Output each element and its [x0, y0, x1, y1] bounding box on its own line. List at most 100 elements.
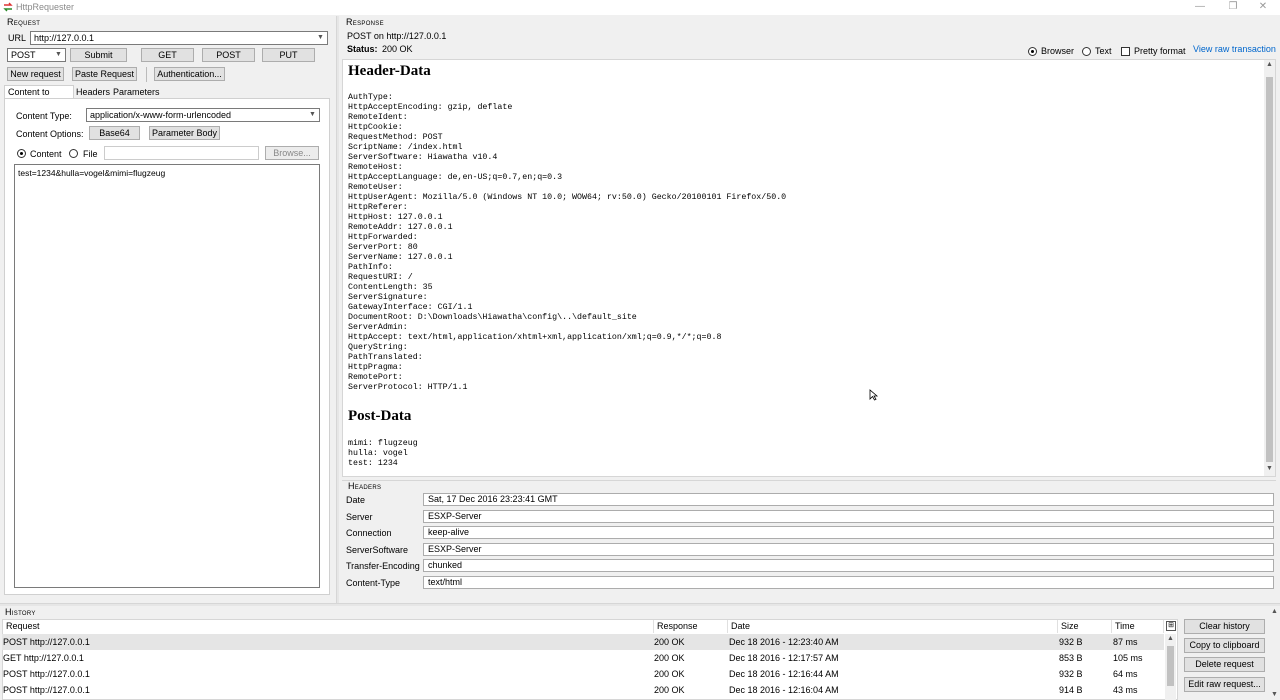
header-value-field[interactable]: chunked: [423, 559, 1274, 573]
header-data-line: RemoteAddr: 127.0.0.1: [348, 223, 453, 232]
scroll-up-icon[interactable]: ▲: [1271, 608, 1278, 615]
scroll-up-icon[interactable]: ▲: [1167, 635, 1174, 642]
browser-radio[interactable]: [1028, 47, 1037, 56]
vertical-splitter[interactable]: [336, 16, 339, 604]
history-cell-request: POST http://127.0.0.1: [3, 669, 90, 679]
history-scroll-thumb[interactable]: [1167, 646, 1174, 686]
history-cell-response: 200 OK: [654, 685, 685, 695]
get-button[interactable]: GET: [141, 48, 194, 62]
history-row[interactable]: POST http://127.0.0.1 200 OK Dec 18 2016 -…: [2, 682, 1164, 698]
chevron-down-icon[interactable]: ▼: [317, 32, 325, 44]
history-cell-time: 64 ms: [1113, 669, 1138, 679]
history-col-request[interactable]: Request: [3, 620, 654, 633]
scroll-thumb[interactable]: [1266, 77, 1273, 462]
view-raw-transaction-link[interactable]: View raw transaction: [1193, 44, 1276, 54]
header-data-line: HttpAcceptEncoding: gzip, deflate: [348, 103, 513, 112]
header-data-line: ServerName: 127.0.0.1: [348, 253, 453, 262]
response-scrollbar[interactable]: ▲ ▼: [1264, 60, 1275, 476]
header-value-field[interactable]: keep-alive: [423, 526, 1274, 540]
history-col-size[interactable]: Size: [1058, 620, 1112, 633]
header-value-field[interactable]: Sat, 17 Dec 2016 23:23:41 GMT: [423, 493, 1274, 506]
header-data-line: PathInfo:: [348, 263, 393, 272]
file-path-input[interactable]: [104, 146, 259, 160]
copy-to-clipboard-button[interactable]: Copy to clipboard: [1184, 638, 1265, 653]
authentication-button[interactable]: Authentication...: [154, 67, 225, 81]
minimize-button[interactable]: —: [1183, 0, 1217, 15]
toolbar-divider: [146, 67, 147, 82]
history-col-response[interactable]: Response: [654, 620, 728, 633]
tab-parameters[interactable]: Parameters: [113, 87, 160, 97]
history-col-date[interactable]: Date: [728, 620, 1058, 633]
header-data-line: HttpAcceptLanguage: de,en-US;q=0.7,en;q=…: [348, 173, 563, 182]
content-type-select[interactable]: application/x-www-form-urlencoded ▼: [86, 108, 320, 122]
tab-content-to-send[interactable]: Content to Send: [4, 85, 74, 109]
edit-raw-request-button[interactable]: Edit raw request...: [1184, 677, 1265, 692]
header-value-field[interactable]: ESXP-Server: [423, 509, 1274, 523]
text-radio[interactable]: [1082, 47, 1091, 56]
header-value-field[interactable]: ESXP-Server: [423, 542, 1274, 556]
parameter-body-button[interactable]: Parameter Body: [149, 126, 220, 140]
history-row[interactable]: POST http://127.0.0.1 200 OK Dec 18 2016 -…: [2, 634, 1164, 650]
history-cell-request: GET http://127.0.0.1: [3, 653, 84, 663]
delete-request-button[interactable]: Delete request: [1184, 657, 1265, 672]
header-data-line: ServerPort: 80: [348, 243, 418, 252]
pretty-format-checkbox[interactable]: [1121, 47, 1130, 56]
response-summary: POST on http://127.0.0.1: [347, 31, 447, 41]
chevron-down-icon[interactable]: ▼: [55, 49, 63, 61]
content-options-label: Content Options:: [16, 129, 84, 139]
scroll-down-icon[interactable]: ▼: [1271, 691, 1278, 698]
text-radio-label: Text: [1095, 46, 1112, 56]
history-row[interactable]: GET http://127.0.0.1 200 OK Dec 18 2016 - …: [2, 650, 1164, 666]
history-scrollbar[interactable]: ▲: [1165, 634, 1176, 700]
browse-button[interactable]: Browse...: [265, 146, 319, 160]
window-title: HttpRequester: [16, 2, 75, 12]
post-button[interactable]: POST: [202, 48, 255, 62]
content-radio[interactable]: [17, 149, 26, 158]
header-data-line: ServerProtocol: HTTP/1.1: [348, 383, 468, 392]
restore-button[interactable]: ❐: [1216, 0, 1250, 15]
response-section-title: Response: [346, 17, 384, 27]
paste-request-button[interactable]: Paste Request: [72, 67, 137, 81]
header-data-line: RequestURI: /: [348, 273, 413, 282]
horizontal-splitter[interactable]: [0, 603, 1280, 606]
post-data-heading: Post-Data: [348, 408, 412, 424]
pretty-format-label: Pretty format: [1134, 46, 1186, 56]
history-cell-request: POST http://127.0.0.1: [3, 685, 90, 695]
url-input[interactable]: http://127.0.0.1 ▼: [30, 31, 328, 45]
header-data-line: RemoteIdent:: [348, 113, 408, 122]
history-cell-date: Dec 18 2016 - 12:16:44 AM: [729, 669, 839, 679]
request-body-textarea[interactable]: test=1234&hulla=vogel&mimi=flugzeug: [14, 164, 320, 588]
mouse-cursor-icon: [869, 389, 879, 401]
chevron-down-icon[interactable]: ▼: [309, 109, 317, 121]
scroll-up-icon[interactable]: ▲: [1266, 61, 1273, 68]
tab-headers[interactable]: Headers: [76, 87, 110, 97]
header-data-heading: Header-Data: [348, 63, 431, 79]
new-request-button[interactable]: New request: [7, 67, 64, 81]
history-cell-response: 200 OK: [654, 637, 685, 647]
header-value-field[interactable]: text/html: [423, 576, 1274, 589]
url-label: URL: [8, 33, 27, 43]
browser-radio-label: Browser: [1041, 46, 1075, 56]
base64-button[interactable]: Base64: [89, 126, 140, 140]
submit-button[interactable]: Submit: [70, 48, 127, 62]
history-cell-date: Dec 18 2016 - 12:17:57 AM: [729, 653, 839, 663]
put-button[interactable]: PUT: [262, 48, 315, 62]
title-bar: HttpRequester — ❐ ✕: [0, 0, 1280, 15]
history-cell-size: 932 B: [1059, 637, 1083, 647]
scroll-down-icon[interactable]: ▼: [1266, 465, 1273, 472]
method-select[interactable]: POST ▼: [7, 48, 66, 62]
history-col-time[interactable]: Time: [1112, 620, 1164, 633]
header-data-line: HttpReferer:: [348, 203, 408, 212]
header-name: ServerSoftware: [346, 544, 409, 555]
column-chooser-icon[interactable]: ⊞: [1166, 621, 1176, 631]
history-cell-date: Dec 18 2016 - 12:16:04 AM: [729, 685, 839, 695]
close-button[interactable]: ✕: [1246, 0, 1280, 15]
file-radio[interactable]: [69, 149, 78, 158]
header-data-line: HttpUserAgent: Mozilla/5.0 (Windows NT 1…: [348, 193, 787, 202]
history-row[interactable]: POST http://127.0.0.1 200 OK Dec 18 2016 -…: [2, 666, 1164, 682]
header-data-line: RemoteHost:: [348, 163, 403, 172]
content-type-label: Content Type:: [16, 111, 72, 121]
clear-history-button[interactable]: Clear history: [1184, 619, 1265, 634]
main-scrollbar[interactable]: ▲ ▼: [1269, 607, 1280, 700]
history-cell-size: 932 B: [1059, 669, 1083, 679]
